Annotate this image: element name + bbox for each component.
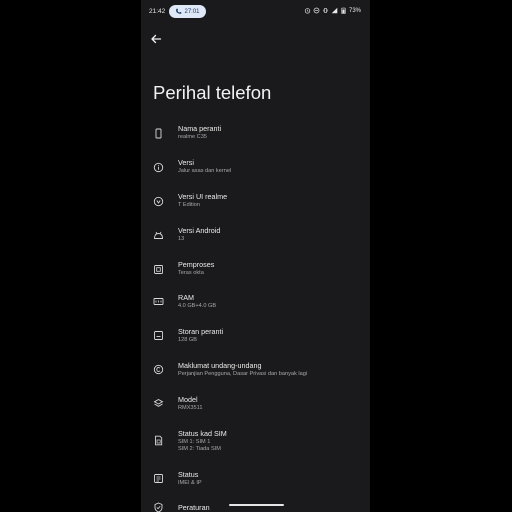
setting-item-title: Model [178, 395, 198, 404]
setting-item-title: Status [178, 470, 199, 479]
setting-item-title: Storan peranti [178, 327, 224, 336]
info-icon [153, 162, 164, 173]
setting-item-subtitle: Perjanjian Pengguna, Dasar Privasi dan b… [178, 371, 308, 377]
copyright-icon [153, 364, 164, 375]
shield-check-icon [153, 502, 164, 512]
phone-screen: 21:42 27:01 73% Perihal telefon Nama per… [141, 0, 370, 512]
setting-item-realme-ui-version[interactable]: Versi UI realme T Edition [141, 192, 370, 224]
realme-ui-icon [153, 196, 164, 207]
setting-item-subtitle: Teras okta [178, 270, 204, 276]
sim-card-icon [153, 435, 164, 446]
page-title: Perihal telefon [153, 82, 272, 103]
battery-level: 73% [348, 7, 361, 14]
setting-item-subtitle: 128 GB [178, 337, 197, 343]
setting-item-subtitle: Jalur asas dan kernel [178, 168, 232, 174]
setting-item-subtitle: IMEI & IP [178, 480, 202, 486]
setting-item-version[interactable]: Versi Jalur asas dan kernel [141, 158, 370, 190]
battery-icon [341, 7, 346, 14]
ram-icon [153, 296, 164, 307]
setting-item-title: Versi UI realme [178, 192, 228, 201]
setting-item-subtitle: T Edition [178, 202, 200, 208]
setting-item-device-name[interactable]: Nama peranti realme C35 [141, 124, 370, 156]
setting-item-subtitle: SIM 1: SIM 1 [178, 439, 211, 445]
android-icon [153, 230, 164, 241]
layers-icon [153, 398, 164, 409]
setting-item-subtitle: 4.0 GB+4.0 GB [178, 303, 217, 309]
setting-item-title: Nama peranti [178, 124, 222, 133]
setting-item-subtitle: realme C35 [178, 134, 207, 140]
setting-item-sim-status[interactable]: Status kad SIM SIM 1: SIM 1 SIM 2: Tiada… [141, 429, 370, 455]
setting-item-subtitle: 13 [178, 236, 185, 242]
setting-item-storage[interactable]: Storan peranti 128 GB [141, 327, 370, 359]
setting-item-title: Versi [178, 158, 194, 167]
back-arrow-icon[interactable] [150, 33, 162, 45]
setting-item-android-version[interactable]: Versi Android 13 [141, 226, 370, 258]
storage-icon [153, 330, 164, 341]
setting-item-ram[interactable]: RAM 4.0 GB+4.0 GB [141, 293, 370, 325]
setting-item-title: Versi Android [178, 226, 221, 235]
setting-item-model[interactable]: Model RMX3511 [141, 395, 370, 427]
setting-item-status[interactable]: Status IMEI & IP [141, 470, 370, 502]
status-time: 21:42 [149, 8, 166, 15]
signal-icon [331, 7, 338, 14]
status-icons: 73% [304, 7, 361, 14]
ongoing-call-pill[interactable]: 27:01 [169, 5, 206, 18]
setting-item-title: Status kad SIM [178, 429, 227, 438]
call-duration: 27:01 [184, 8, 200, 15]
phone-call-icon [176, 8, 182, 14]
home-indicator[interactable] [229, 504, 284, 506]
vibrate-icon [322, 8, 329, 13]
setting-item-subtitle-2: SIM 2: Tiada SIM [178, 446, 221, 452]
phone-icon [153, 128, 164, 139]
setting-item-processor[interactable]: Pemproses Teras okta [141, 260, 370, 292]
setting-item-title: Maklumat undang-undang [178, 361, 262, 370]
setting-item-legal-info[interactable]: Maklumat undang-undang Perjanjian Penggu… [141, 361, 370, 393]
status-bar: 21:42 27:01 73% [141, 0, 370, 24]
setting-item-subtitle: RMX3511 [178, 405, 203, 411]
status-icon [153, 473, 164, 484]
processor-icon [153, 264, 164, 275]
setting-item-title: Peraturan [178, 503, 210, 512]
do-not-disturb-icon [313, 7, 320, 14]
setting-item-title: Pemproses [178, 260, 215, 269]
setting-item-title: RAM [178, 293, 194, 302]
alarm-icon [304, 8, 311, 14]
